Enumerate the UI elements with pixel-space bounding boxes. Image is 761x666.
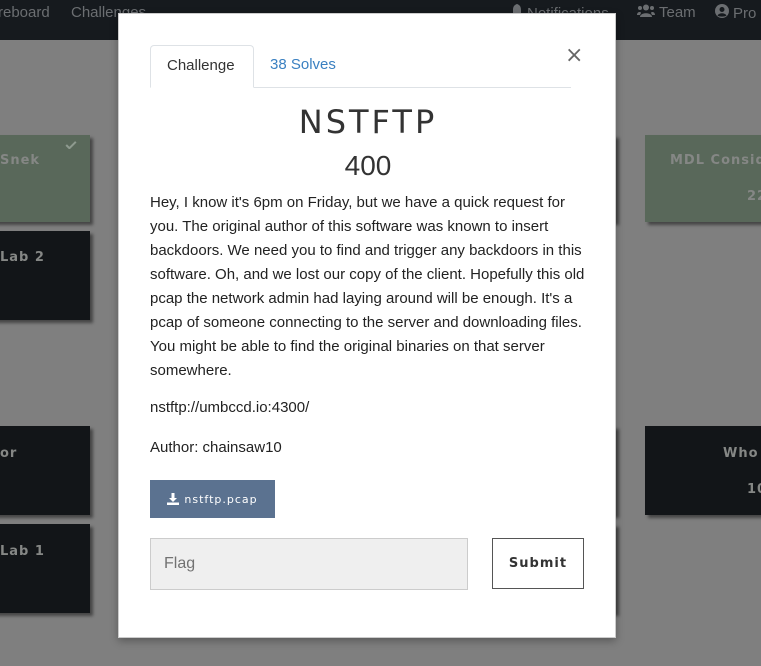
file-download-label: nstftp.pcap xyxy=(184,492,258,506)
flag-input[interactable] xyxy=(150,538,468,590)
nav-profile-link[interactable]: Pro xyxy=(715,4,756,23)
nav-team-link[interactable]: Team xyxy=(637,4,696,22)
challenge-card-mdl[interactable]: MDL Conside 22 xyxy=(645,135,761,222)
card-title: Snek xyxy=(0,153,41,168)
card-title: Who xyxy=(723,446,759,461)
challenge-description: Hey, I know it's 6pm on Friday, but we h… xyxy=(150,191,586,383)
challenge-url: nstftp://umbccd.io:4300/ xyxy=(150,399,310,416)
challenge-card-who[interactable]: Who 10 xyxy=(645,426,761,515)
check-icon xyxy=(65,141,77,149)
challenge-value: 400 xyxy=(344,150,392,181)
challenge-author: Author: chainsaw10 xyxy=(150,439,282,456)
modal-tabs: Challenge 38 Solves xyxy=(150,45,571,88)
challenge-card-or[interactable]: or xyxy=(0,426,90,515)
submit-button[interactable]: Submit xyxy=(492,538,584,589)
nav-scoreboard-link[interactable]: reboard xyxy=(0,4,50,22)
challenge-card-lab2[interactable]: Lab 2 xyxy=(0,231,90,320)
users-icon xyxy=(637,4,655,17)
card-points: 22 xyxy=(747,189,761,204)
card-title: or xyxy=(0,446,18,461)
card-title: Lab 1 xyxy=(0,544,45,559)
challenge-card-lab1[interactable]: Lab 1 xyxy=(0,524,90,613)
card-title: MDL Conside xyxy=(670,153,761,168)
file-download-button[interactable]: nstftp.pcap xyxy=(150,480,275,518)
challenge-modal: × Challenge 38 Solves NSTFTP 400 Hey, I … xyxy=(118,13,616,638)
card-points: 10 xyxy=(747,482,761,497)
tab-solves[interactable]: 38 Solves xyxy=(254,45,352,87)
card-title: Lab 2 xyxy=(0,250,45,265)
challenge-name: NSTFTP xyxy=(298,103,438,141)
user-circle-icon xyxy=(715,4,729,18)
description-text: Hey, I know it's 6pm on Friday, but we h… xyxy=(150,194,585,379)
download-icon xyxy=(167,493,180,505)
tab-challenge[interactable]: Challenge xyxy=(150,45,254,88)
